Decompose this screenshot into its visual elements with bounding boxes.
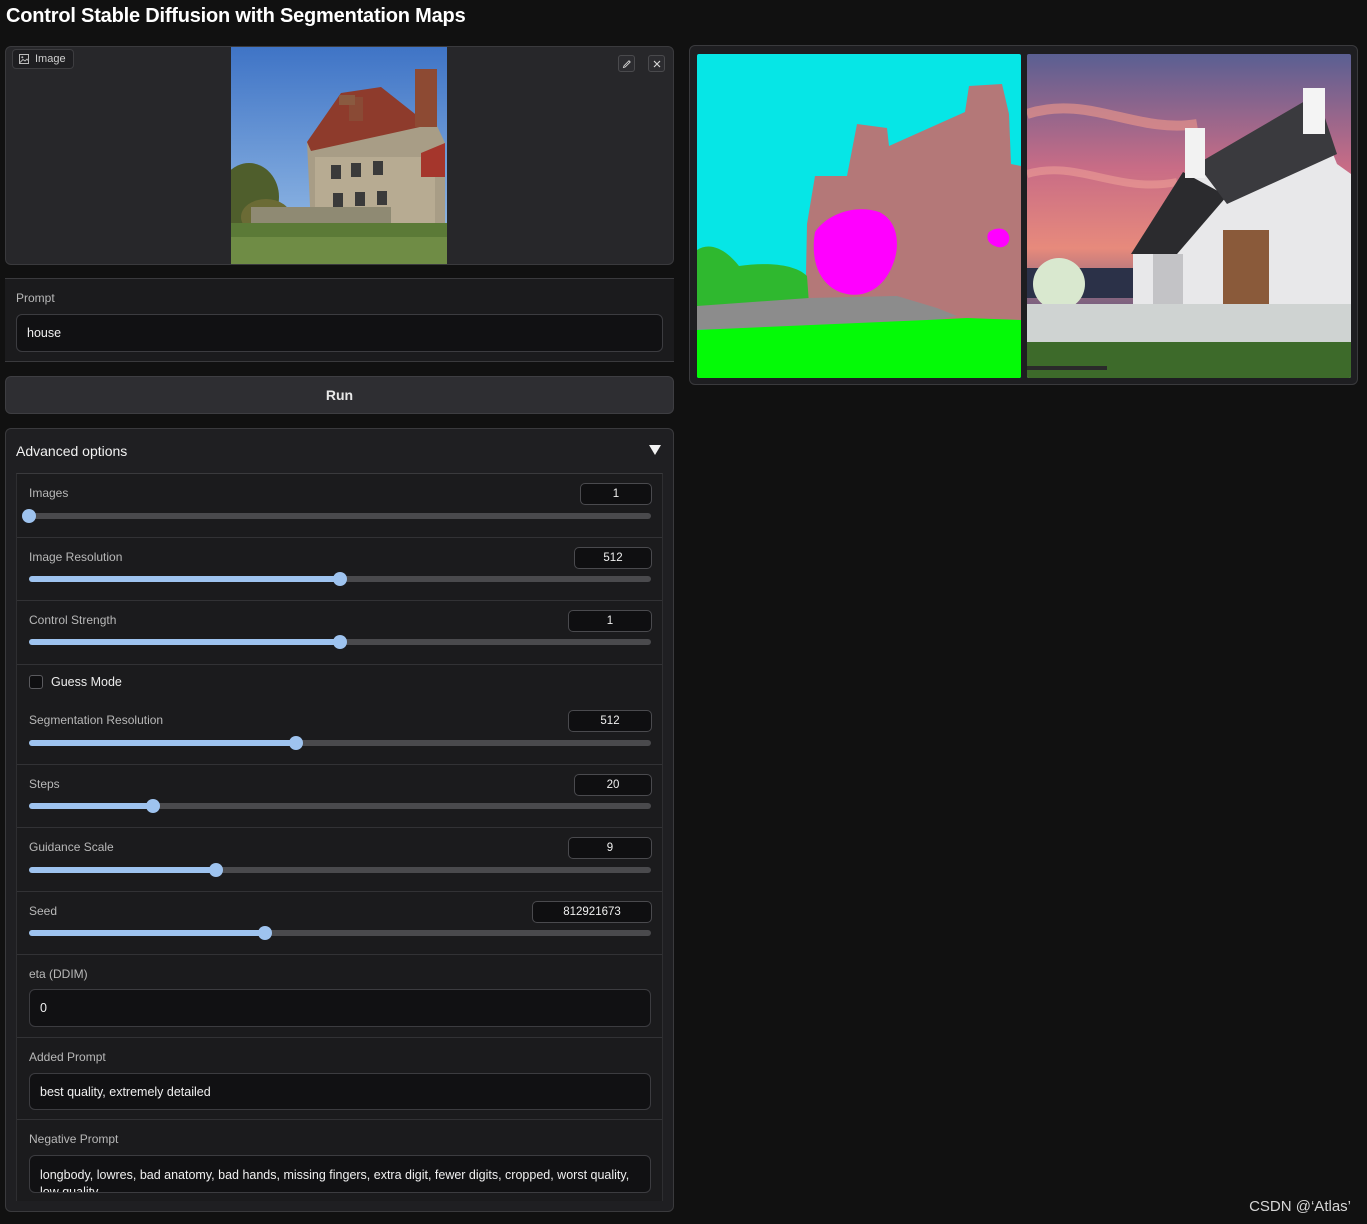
guidance-scale-row: Guidance Scale 9 [17,828,662,892]
negative-prompt-input-value: longbody, lowres, bad anatomy, bad hands… [40,1168,630,1193]
seed-label: Seed [29,904,58,918]
images-label: Images [29,486,69,500]
seed-row: Seed 812921673 [17,892,662,955]
guidance-scale-number-input[interactable]: 9 [568,837,652,859]
advanced-options-body: Images 1 Image Resolution 512 Control St… [16,473,663,1201]
image-input-panel[interactable]: Image [5,46,674,265]
guess-mode-label[interactable]: Guess Mode [51,675,122,689]
prompt-block: Prompt house [5,278,674,362]
segmentation-resolution-number-input[interactable]: 512 [568,710,652,732]
segmentation-map-image[interactable] [697,54,1021,378]
prompt-label: Prompt [16,291,55,305]
image-resolution-slider-fill [29,576,340,582]
guidance-scale-label: Guidance Scale [29,840,114,854]
generated-house-image[interactable] [1027,54,1351,378]
seed-slider-fill [29,930,266,936]
images-row: Images 1 [17,474,662,538]
added-prompt-row: Added Prompt best quality, extremely det… [17,1038,662,1120]
input-house-photo [231,47,447,264]
image-input-label: Image [12,49,74,69]
steps-slider[interactable] [29,799,651,813]
guidance-scale-slider[interactable] [29,863,651,877]
images-slider-thumb[interactable] [22,509,36,523]
advanced-options-header[interactable]: Advanced options [16,443,127,459]
generated-house-drawing [1027,54,1351,378]
added-prompt-label: Added Prompt [29,1050,106,1064]
image-resolution-slider-thumb[interactable] [333,572,347,586]
images-number-input[interactable]: 1 [580,483,652,505]
house-photo-illustration [231,47,447,264]
pencil-icon [622,59,631,68]
control-strength-number-input[interactable]: 1 [568,610,652,632]
output-gallery [689,45,1358,385]
image-resolution-slider[interactable] [29,572,651,586]
control-strength-slider-thumb[interactable] [333,635,347,649]
run-button[interactable]: Run [5,376,674,414]
added-prompt-input-value: best quality, extremely detailed [40,1084,211,1099]
steps-row: Steps 20 [17,765,662,828]
edit-image-button[interactable] [618,55,635,72]
image-resolution-number-input[interactable]: 512 [574,547,652,569]
image-resolution-label: Image Resolution [29,550,123,564]
image-resolution-row: Image Resolution 512 [17,538,662,601]
guidance-scale-slider-thumb[interactable] [208,863,223,877]
segmentation-resolution-slider-thumb[interactable] [289,736,304,750]
segmentation-resolution-slider-fill [29,740,297,746]
page-title: Control Stable Diffusion with Segmentati… [6,5,466,27]
steps-slider-fill [29,803,154,809]
images-slider[interactable] [22,509,651,523]
control-strength-slider-fill [29,639,340,645]
image-icon [19,54,29,64]
control-strength-label: Control Strength [29,613,117,627]
eta-row: eta (DDIM) 0 [17,955,662,1038]
image-input-label-text: Image [35,53,66,65]
advanced-options-panel: Advanced options Images 1 Image Resoluti… [5,428,674,1212]
seed-number-input[interactable]: 812921673 [532,901,652,923]
triangle-down-icon[interactable] [649,445,661,455]
control-strength-row: Control Strength 1 [17,601,662,665]
added-prompt-input[interactable]: best quality, extremely detailed [29,1073,651,1110]
close-icon [653,60,660,67]
steps-slider-thumb[interactable] [146,799,161,813]
eta-input-value: 0 [40,1001,47,1015]
segmentation-map-drawing [697,54,1021,378]
negative-prompt-label: Negative Prompt [29,1132,119,1146]
seed-slider-thumb[interactable] [258,926,273,940]
steps-number-input[interactable]: 20 [574,774,652,796]
negative-prompt-row: Negative Prompt longbody, lowres, bad an… [17,1120,662,1201]
eta-label: eta (DDIM) [29,967,88,981]
guess-mode-checkbox[interactable] [29,675,43,689]
watermark: CSDN @‘Atlas’ [1249,1198,1351,1215]
control-strength-slider[interactable] [29,635,651,649]
guess-mode-segmentation-row: Guess Mode Segmentation Resolution 512 [17,665,662,765]
clear-image-button[interactable] [648,55,665,72]
prompt-input[interactable]: house [16,314,663,352]
segmentation-resolution-slider[interactable] [29,736,651,750]
segmentation-resolution-label: Segmentation Resolution [29,713,164,727]
negative-prompt-input[interactable]: longbody, lowres, bad anatomy, bad hands… [29,1155,651,1193]
eta-input[interactable]: 0 [29,989,651,1027]
steps-label: Steps [29,777,60,791]
guidance-scale-slider-fill [29,867,216,873]
seed-slider[interactable] [29,926,651,940]
prompt-input-value: house [27,326,62,340]
